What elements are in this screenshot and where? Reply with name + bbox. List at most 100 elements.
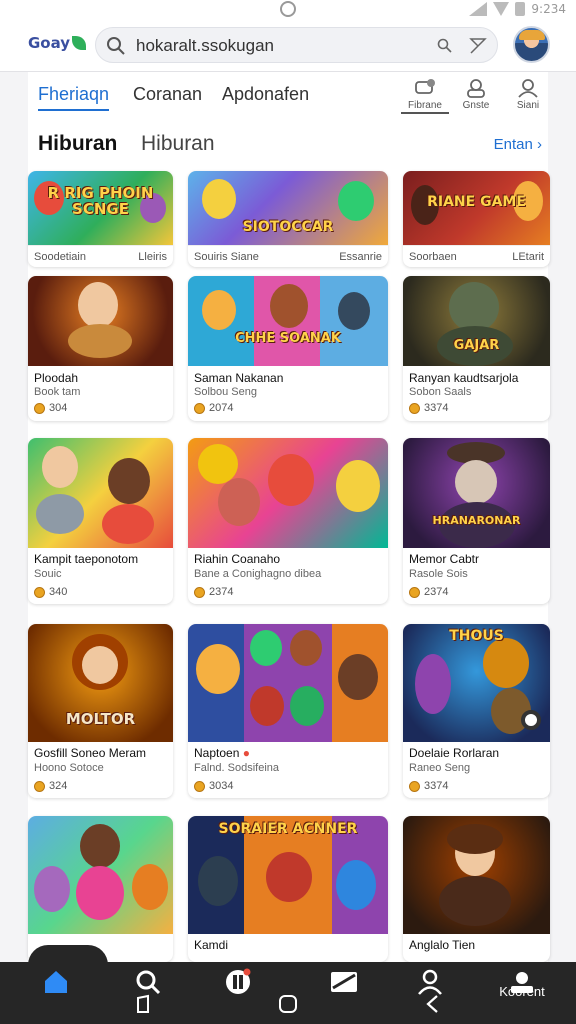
- game-publisher: Book tam: [34, 386, 81, 398]
- game-publisher: Bane a Conighagno dibea: [194, 568, 322, 580]
- camera-icon: [280, 1, 296, 17]
- game-name: Kampit taeponotom: [34, 552, 139, 566]
- game-card[interactable]: GAJAR Ranyan kaudtsarjola Sobon Saals 33…: [403, 276, 550, 421]
- wifi-icon: [493, 1, 510, 16]
- game-publisher: Sobon Saals: [409, 386, 472, 398]
- game-thumbnail: [188, 624, 388, 742]
- game-thumbnail: THOUS: [403, 624, 550, 742]
- game-publisher: Rasole Sois: [409, 568, 468, 580]
- section-title: Hiburan: [38, 132, 118, 155]
- game-name: Riahin Coanaho: [194, 552, 281, 566]
- app-logo[interactable]: Goay: [28, 34, 87, 52]
- game-rating: 340: [34, 586, 67, 598]
- game-card[interactable]: Anglalo Tien: [403, 816, 550, 962]
- tab-siani[interactable]: Siani: [504, 78, 552, 111]
- card-meta: Essanrie: [339, 250, 382, 263]
- card-meta: LEtarit: [512, 250, 544, 263]
- game-card[interactable]: MOLTOR Gosfill Soneo Meram Hoono Sotoce …: [28, 624, 173, 798]
- card-meta: Souiris Siane: [194, 250, 259, 263]
- thumbnail-title: SORAIER ACNNER: [218, 821, 358, 837]
- game-card[interactable]: SORAIER ACNNER Kamdi: [188, 816, 388, 962]
- game-name: Saman Nakanan: [194, 371, 284, 385]
- thumbnail-title: GAJAR: [453, 338, 500, 353]
- game-card[interactable]: THOUS Doelaie Rorlaran Raneo Seng 3374: [403, 624, 550, 798]
- coin-icon: [34, 586, 45, 598]
- coin-icon: [194, 586, 205, 598]
- clock: 9:234: [531, 1, 566, 16]
- game-publisher: Raneo Seng: [409, 762, 471, 774]
- game-card[interactable]: Riahin Coanaho Bane a Conighagno dibea 2…: [188, 438, 388, 604]
- game-card[interactable]: Naptoen ● Falnd. Sodsifeina 3034: [188, 624, 388, 798]
- game-name-text: Naptoen: [194, 746, 240, 760]
- tab-coranan[interactable]: Coranan: [133, 84, 202, 105]
- thumbnail-title: R RIG PHOIN SCNGE: [47, 184, 154, 218]
- game-grid: R RIG PHOIN SCNGE Soodetiain Lleiris SIOT…: [28, 166, 550, 962]
- game-thumbnail: SIOTOCCAR: [188, 171, 388, 245]
- game-card[interactable]: CHHE SOANAK Saman Nakanan Solbou Seng 20…: [188, 276, 388, 421]
- game-card[interactable]: Kampit taeponotom Souic 340: [28, 438, 173, 604]
- leaf-icon: [72, 36, 87, 50]
- game-card[interactable]: R RIG PHOIN SCNGE Soodetiain Lleiris: [28, 171, 173, 267]
- game-thumbnail: RIANE GAME: [403, 171, 550, 245]
- game-thumbnail: [28, 276, 173, 366]
- recents-icon[interactable]: [134, 994, 152, 1014]
- tab-fibrane[interactable]: Fibrane: [401, 78, 449, 114]
- game-publisher: Falnd. Sodsifeina: [194, 762, 279, 774]
- card-meta: Soorbaen: [409, 250, 457, 263]
- coin-icon: [409, 780, 420, 792]
- game-thumbnail: MOLTOR: [28, 624, 173, 742]
- back-icon[interactable]: [424, 994, 440, 1014]
- game-rating: 3374: [409, 402, 448, 414]
- game-thumbnail: SORAIER ACNNER: [188, 816, 388, 934]
- game-name: Anglalo Tien: [409, 938, 476, 952]
- card-meta: Soodetiain: [34, 250, 86, 263]
- search-input[interactable]: [136, 34, 426, 58]
- game-rating: 304: [34, 402, 67, 414]
- rating-value: 3374: [424, 402, 449, 414]
- tab-apdonafen[interactable]: Apdonafen: [222, 84, 309, 105]
- see-all-link[interactable]: Entan ›: [494, 136, 542, 153]
- tab-fheriaqn[interactable]: Fheriaqn: [38, 84, 110, 111]
- card-footer: Soorbaen LEtarit: [403, 245, 550, 267]
- game-thumbnail: CHHE SOANAK: [188, 276, 388, 366]
- game-name: Ranyan kaudtsarjola: [409, 371, 519, 385]
- rating-value: 2374: [424, 586, 449, 598]
- game-card[interactable]: HRANARONAR Memor Cabtr Rasole Sois 2374: [403, 438, 550, 604]
- system-navigation: [0, 990, 576, 1024]
- app-header: Goay: [0, 18, 576, 72]
- game-name: Kamdi: [194, 938, 229, 952]
- game-card[interactable]: RIANE GAME Soorbaen LEtarit: [403, 171, 550, 267]
- battery-icon: [515, 2, 526, 16]
- card-meta: Lleiris: [138, 250, 167, 263]
- game-name: Ploodah: [34, 371, 79, 385]
- home-button-icon[interactable]: [278, 994, 298, 1014]
- voice-icon[interactable]: [469, 37, 487, 55]
- signal-icon: [469, 1, 488, 16]
- game-card[interactable]: SIOTOCCAR Souiris Siane Essanrie: [188, 171, 388, 267]
- game-card[interactable]: [28, 816, 173, 962]
- section-header: Hiburan Hiburan Entan ›: [28, 120, 548, 166]
- game-card[interactable]: Ploodah Book tam 304: [28, 276, 173, 421]
- tab-gnste[interactable]: Gnste: [452, 78, 500, 111]
- game-thumbnail: [28, 816, 173, 934]
- game-rating: 2074: [194, 402, 233, 414]
- avatar[interactable]: [513, 26, 550, 63]
- rating-value: 2374: [209, 586, 234, 598]
- coin-icon: [409, 586, 420, 598]
- status-bar: 9:234: [0, 0, 576, 18]
- play-icon[interactable]: [521, 710, 541, 730]
- game-publisher: Hoono Sotoce: [34, 762, 104, 774]
- game-thumbnail: [28, 438, 173, 548]
- badge-dot-icon: ●: [242, 746, 250, 760]
- section-subtitle[interactable]: Hiburan: [141, 132, 215, 156]
- game-thumbnail: R RIG PHOIN SCNGE: [28, 171, 173, 245]
- game-publisher: Souic: [34, 568, 62, 580]
- avatar-hat: [519, 30, 545, 40]
- search-small-icon[interactable]: [437, 38, 453, 54]
- thumbnail-title: SIOTOCCAR: [242, 219, 334, 235]
- search-bar[interactable]: [95, 27, 498, 63]
- thumbnail-title: THOUS: [449, 628, 504, 644]
- tab-icon-label: Siani: [516, 100, 540, 111]
- game-name: Memor Cabtr: [409, 552, 480, 566]
- game-name: Doelaie Rorlaran: [409, 746, 500, 760]
